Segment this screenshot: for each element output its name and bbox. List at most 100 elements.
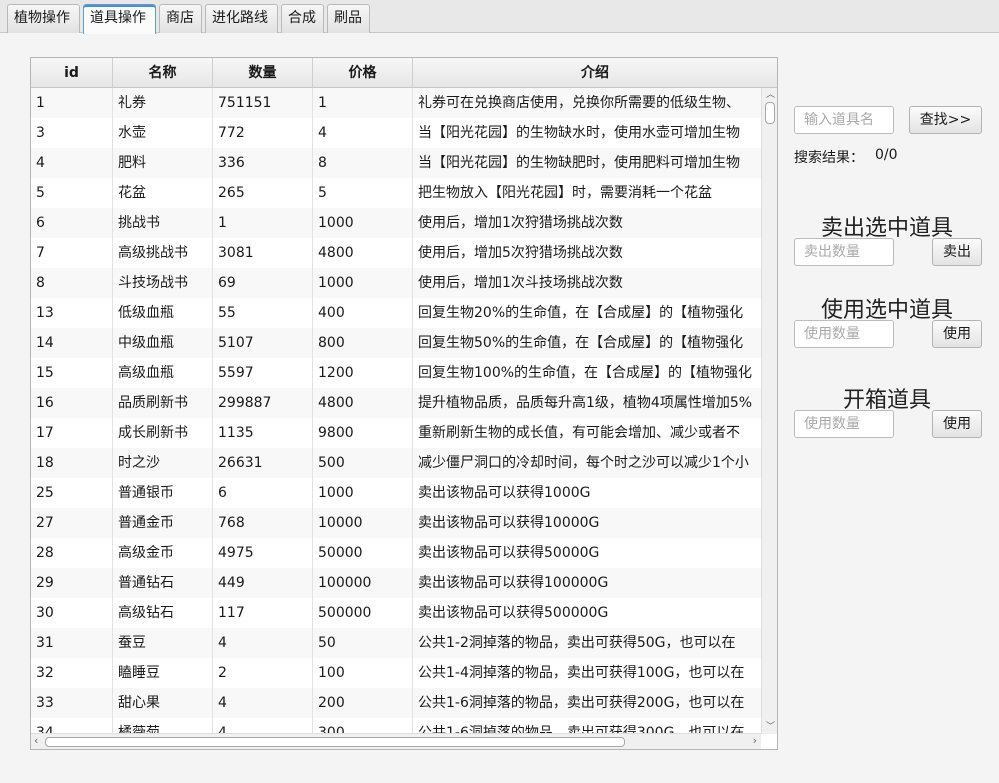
- table-row[interactable]: 16 品质刷新书 299887 4800 提升植物品质，品质每升高1级，植物4项属性增加…: [31, 388, 761, 418]
- table-row[interactable]: 28 高级金币 4975 50000 卖出该物品可以获得50000G: [31, 538, 761, 568]
- open-box-use-button[interactable]: 使用: [932, 410, 982, 438]
- sell-button[interactable]: 卖出: [932, 238, 982, 266]
- table-row[interactable]: 1 礼券 751151 1 礼券可在兑换商店使用，兑换你所需要的低级生物、: [31, 88, 761, 118]
- table-row[interactable]: 34 橘薇菊 4 300 公共1-6洞掉落的物品，卖出可获得300G，也可以在: [31, 718, 761, 734]
- table-row[interactable]: 27 普通金币 768 10000 卖出该物品可以获得10000G: [31, 508, 761, 538]
- cell-description: 卖出该物品可以获得1000G: [418, 485, 591, 501]
- cell-description: 卖出该物品可以获得500000G: [418, 605, 609, 621]
- cell-name: 普通银币: [113, 478, 213, 508]
- table-row[interactable]: 8 斗技场战书 69 1000 使用后，增加1次斗技场挑战次数: [31, 268, 761, 298]
- table-row[interactable]: 15 高级血瓶 5597 1200 回复生物100%的生命值，在【合成屋】的【植物强化: [31, 358, 761, 388]
- table-row[interactable]: 7 高级挑战书 3081 4800 使用后，增加5次狩猎场挑战次数: [31, 238, 761, 268]
- table-row[interactable]: 3 水壶 772 4 当【阳光花园】的生物缺水时，使用水壶可增加生物: [31, 118, 761, 148]
- table-row[interactable]: 17 成长刷新书 1135 9800 重新刷新生物的成长值，有可能会增加、减少或者不: [31, 418, 761, 448]
- cell-quantity: 449: [213, 568, 313, 598]
- cell-id: 7: [31, 238, 113, 268]
- table-row[interactable]: 25 普通银币 6 1000 卖出该物品可以获得1000G: [31, 478, 761, 508]
- cell-price: 1: [313, 88, 413, 118]
- cell-price: 5: [313, 178, 413, 208]
- cell-price: 500: [313, 448, 413, 478]
- cell-id: 6: [31, 208, 113, 238]
- cell-quantity: 768: [213, 508, 313, 538]
- cell-quantity: 117: [213, 598, 313, 628]
- cell-name: 斗技场战书: [113, 268, 213, 298]
- table-row[interactable]: 4 肥料 336 8 当【阳光花园】的生物缺肥时，使用肥料可增加生物: [31, 148, 761, 178]
- table-row[interactable]: 18 时之沙 26631 500 减少僵尸洞口的冷却时间，每个时之沙可以减少1个小: [31, 448, 761, 478]
- table-row[interactable]: 32 瞌睡豆 2 100 公共1-4洞掉落的物品，卖出可获得100G，也可以在: [31, 658, 761, 688]
- use-button[interactable]: 使用: [932, 320, 982, 348]
- tab-evolution-route[interactable]: 进化路线: [205, 4, 278, 33]
- cell-description: 公共1-6洞掉落的物品，卖出可获得200G，也可以在: [418, 695, 745, 711]
- table-row[interactable]: 13 低级血瓶 55 400 回复生物20%的生命值，在【合成屋】的【植物强化: [31, 298, 761, 328]
- column-header-quantity[interactable]: 数量: [213, 58, 313, 88]
- cell-id: 27: [31, 508, 113, 538]
- cell-quantity: 1135: [213, 418, 313, 448]
- cell-quantity: 299887: [213, 388, 313, 418]
- cell-name: 甜心果: [113, 688, 213, 718]
- scroll-right-icon[interactable]: ›: [753, 735, 757, 746]
- cell-description: 回复生物50%的生命值，在【合成屋】的【植物强化: [418, 335, 744, 351]
- cell-id: 15: [31, 358, 113, 388]
- tab-item-ops[interactable]: 道具操作: [83, 4, 156, 34]
- cell-quantity: 336: [213, 148, 313, 178]
- cell-name: 高级血瓶: [113, 358, 213, 388]
- cell-price: 50000: [313, 538, 413, 568]
- column-header-id[interactable]: id: [31, 58, 113, 88]
- table-row[interactable]: 30 高级钻石 117 500000 卖出该物品可以获得500000G: [31, 598, 761, 628]
- cell-name: 礼券: [113, 88, 213, 118]
- items-table: id 名称 数量 价格 介绍 1 礼券 751151 1 礼券可在兑换商店使用，兑换你所…: [30, 57, 778, 750]
- item-search-input[interactable]: [794, 106, 894, 134]
- table-row[interactable]: 5 花盆 265 5 把生物放入【阳光花园】时，需要消耗一个花盆: [31, 178, 761, 208]
- table-row[interactable]: 31 蚕豆 4 50 公共1-2洞掉落的物品，卖出可获得50G，也可以在: [31, 628, 761, 658]
- column-header-description[interactable]: 介绍: [413, 58, 777, 88]
- tab-refresh-quality[interactable]: 刷品: [327, 4, 370, 33]
- column-header-price[interactable]: 价格: [313, 58, 413, 88]
- cell-quantity: 3081: [213, 238, 313, 268]
- cell-price: 1000: [313, 268, 413, 298]
- tab-synthesis[interactable]: 合成: [281, 4, 324, 33]
- cell-quantity: 26631: [213, 448, 313, 478]
- cell-name: 蚕豆: [113, 628, 213, 658]
- search-button[interactable]: 查找>>: [909, 106, 982, 134]
- cell-name: 高级挑战书: [113, 238, 213, 268]
- tab-bar: 植物操作 道具操作 商店 进化路线 合成 刷品: [0, 0, 999, 34]
- vertical-scrollbar[interactable]: ︿ ﹀: [761, 88, 777, 734]
- tab-shop[interactable]: 商店: [159, 4, 202, 33]
- use-quantity-input[interactable]: [794, 320, 894, 348]
- cell-description: 公共1-4洞掉落的物品，卖出可获得100G，也可以在: [418, 665, 745, 681]
- horizontal-scroll-thumb[interactable]: [45, 737, 625, 747]
- cell-description: 使用后，增加1次斗技场挑战次数: [418, 275, 623, 291]
- cell-id: 33: [31, 688, 113, 718]
- scroll-left-icon[interactable]: ‹: [34, 735, 38, 746]
- table-row[interactable]: 29 普通钻石 449 100000 卖出该物品可以获得100000G: [31, 568, 761, 598]
- cell-name: 高级金币: [113, 538, 213, 568]
- cell-description: 当【阳光花园】的生物缺肥时，使用肥料可增加生物: [418, 155, 740, 171]
- column-header-name[interactable]: 名称: [113, 58, 213, 88]
- cell-description: 回复生物100%的生命值，在【合成屋】的【植物强化: [418, 365, 753, 381]
- cell-name: 橘薇菊: [113, 718, 213, 734]
- open-box-quantity-input[interactable]: [794, 410, 894, 438]
- cell-name: 时之沙: [113, 448, 213, 478]
- cell-quantity: 55: [213, 298, 313, 328]
- table-row[interactable]: 6 挑战书 1 1000 使用后，增加1次狩猎场挑战次数: [31, 208, 761, 238]
- cell-price: 4800: [313, 388, 413, 418]
- sell-quantity-input[interactable]: [794, 238, 894, 266]
- table-row[interactable]: 33 甜心果 4 200 公共1-6洞掉落的物品，卖出可获得200G，也可以在: [31, 688, 761, 718]
- cell-id: 5: [31, 178, 113, 208]
- cell-price: 100000: [313, 568, 413, 598]
- cell-price: 8: [313, 148, 413, 178]
- table-row[interactable]: 14 中级血瓶 5107 800 回复生物50%的生命值，在【合成屋】的【植物强化: [31, 328, 761, 358]
- cell-description: 卖出该物品可以获得10000G: [418, 515, 600, 531]
- cell-price: 9800: [313, 418, 413, 448]
- cell-quantity: 4: [213, 628, 313, 658]
- cell-quantity: 4: [213, 688, 313, 718]
- horizontal-scrollbar[interactable]: ‹ ›: [31, 733, 761, 749]
- scroll-up-icon[interactable]: ︿: [766, 90, 775, 100]
- cell-quantity: 6: [213, 478, 313, 508]
- search-result-value: 0/0: [875, 147, 898, 163]
- cell-name: 水壶: [113, 118, 213, 148]
- vertical-scroll-thumb[interactable]: [765, 102, 775, 124]
- cell-id: 17: [31, 418, 113, 448]
- tab-plant-ops[interactable]: 植物操作: [7, 4, 80, 33]
- scroll-down-icon[interactable]: ﹀: [766, 722, 775, 732]
